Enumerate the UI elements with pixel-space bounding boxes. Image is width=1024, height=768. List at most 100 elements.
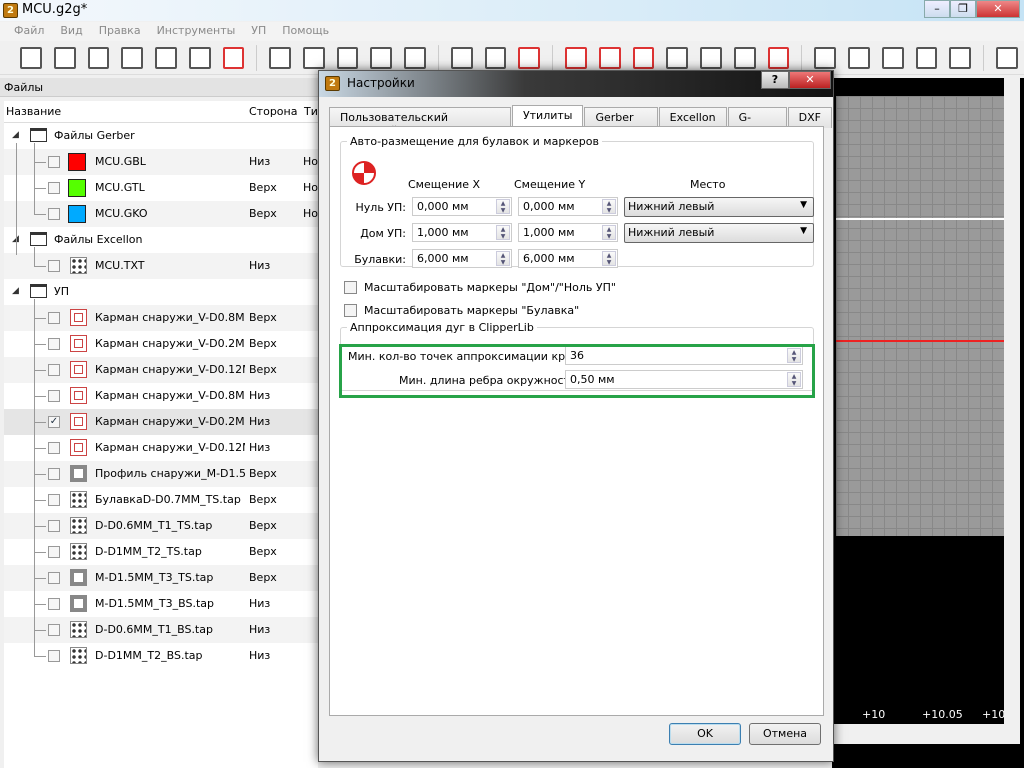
column-side[interactable]: Сторона bbox=[249, 105, 297, 118]
path-icon[interactable] bbox=[666, 46, 689, 69]
place-select[interactable]: Нижний левый ▼ bbox=[624, 197, 814, 217]
place-select[interactable]: Нижний левый ▼ bbox=[624, 223, 814, 243]
item-checkbox[interactable] bbox=[48, 312, 60, 324]
simulate-icon[interactable] bbox=[450, 46, 473, 69]
drill-circle-icon[interactable] bbox=[700, 46, 722, 69]
close-icon[interactable] bbox=[155, 46, 177, 69]
list-item[interactable]: D-D1MM_T2_BS.tap Низ bbox=[4, 643, 318, 669]
ok-button[interactable]: OK bbox=[669, 723, 741, 745]
tile-icon[interactable] bbox=[404, 46, 426, 69]
menu-1[interactable]: Вид bbox=[52, 22, 90, 41]
list-item[interactable]: Карман снаружи_V-D0.12M... Верх bbox=[4, 357, 318, 383]
offset-x-input[interactable]: 1,000 мм ▲ ▼ bbox=[412, 223, 512, 242]
layer-color-swatch[interactable] bbox=[68, 205, 86, 223]
open-icon[interactable] bbox=[53, 46, 76, 69]
new-icon[interactable] bbox=[20, 46, 42, 69]
layer-color-swatch[interactable] bbox=[68, 153, 86, 171]
list-item[interactable]: Профиль снаружи_M-D1.5... Верх bbox=[4, 461, 318, 487]
tab-0[interactable]: Пользовательский интерфейс bbox=[329, 107, 511, 137]
zoom-in-icon[interactable] bbox=[370, 46, 393, 69]
list-item[interactable]: MCU.GTL Верх Но bbox=[4, 175, 318, 201]
tree-group[interactable]: ◢ Файлы Excellon bbox=[4, 227, 318, 253]
export-icon[interactable] bbox=[222, 46, 245, 69]
item-checkbox[interactable] bbox=[48, 442, 60, 454]
minimize-button[interactable]: – bbox=[924, 0, 950, 18]
tree-group[interactable]: ◢ УП bbox=[4, 279, 318, 305]
list-item[interactable]: D-D0.6MM_T1_TS.tap Верх bbox=[4, 513, 318, 539]
spin-arrows-icon[interactable]: ▲ ▼ bbox=[602, 199, 616, 214]
list-item[interactable]: Карман снаружи_V-D0.2MM... Верх bbox=[4, 331, 318, 357]
tab-2[interactable]: Gerber X3 bbox=[584, 107, 658, 137]
text-icon[interactable] bbox=[949, 46, 972, 69]
tab-5[interactable]: DXF bbox=[787, 107, 832, 128]
import-icon[interactable] bbox=[188, 46, 211, 69]
list-item[interactable]: БулавкаD-D0.7MM_TS.tap Верх bbox=[4, 487, 318, 513]
item-checkbox[interactable] bbox=[48, 468, 60, 480]
pocket-icon[interactable] bbox=[565, 46, 587, 69]
expand-arrow-icon[interactable]: ◢ bbox=[12, 286, 19, 296]
pin-icon[interactable] bbox=[518, 46, 541, 69]
menu-5[interactable]: Помощь bbox=[274, 22, 337, 41]
item-checkbox[interactable] bbox=[48, 260, 60, 272]
list-item[interactable]: Карман снаружи_V-D0.8MM... Низ bbox=[4, 383, 318, 409]
dialog-close-button[interactable]: ✕ bbox=[789, 71, 831, 89]
line-icon[interactable] bbox=[881, 46, 904, 69]
drill2-icon[interactable] bbox=[767, 46, 790, 69]
column-name[interactable]: Название bbox=[6, 105, 61, 118]
item-checkbox[interactable] bbox=[48, 208, 60, 220]
item-checkbox[interactable] bbox=[48, 546, 60, 558]
maximize-button[interactable]: ❐ bbox=[950, 0, 976, 18]
item-checkbox[interactable]: ✓ bbox=[48, 416, 60, 428]
offset-x-input[interactable]: 6,000 мм ▲ ▼ bbox=[412, 249, 512, 268]
pocket2-icon[interactable] bbox=[598, 46, 621, 69]
drill-icon[interactable] bbox=[733, 46, 756, 69]
list-item[interactable]: Карман снаружи_V-D0.12M... Низ bbox=[4, 435, 318, 461]
column-type[interactable]: Ти bbox=[304, 105, 318, 118]
offset-x-input[interactable]: 0,000 мм ▲ ▼ bbox=[412, 197, 512, 216]
list-item[interactable]: ✓ Карман снаружи_V-D0.2MM... Низ bbox=[4, 409, 318, 435]
horizontal-scrollbar[interactable] bbox=[832, 724, 1004, 744]
scale-home-checkbox[interactable] bbox=[344, 281, 357, 294]
spin-arrows-icon[interactable]: ▲ ▼ bbox=[496, 199, 510, 214]
list-item[interactable]: M-D1.5MM_T3_TS.tap Верх bbox=[4, 565, 318, 591]
menu-4[interactable]: УП bbox=[243, 22, 274, 41]
item-checkbox[interactable] bbox=[48, 624, 60, 636]
layer-color-swatch[interactable] bbox=[68, 179, 86, 197]
help-button[interactable]: ? bbox=[761, 71, 789, 89]
save-icon[interactable] bbox=[87, 46, 110, 69]
tab-4[interactable]: G-Code bbox=[727, 107, 787, 137]
vertical-scrollbar[interactable] bbox=[1004, 78, 1020, 744]
arc-icon[interactable] bbox=[915, 46, 938, 69]
list-item[interactable]: MCU.GKO Верх Но bbox=[4, 201, 318, 227]
item-checkbox[interactable] bbox=[48, 182, 60, 194]
list-item[interactable]: Карман снаружи_V-D0.8MM... Верх bbox=[4, 305, 318, 331]
tab-3[interactable]: Excellon bbox=[658, 107, 727, 128]
menu-3[interactable]: Инструменты bbox=[149, 22, 244, 41]
tree-group[interactable]: ◢ Файлы Gerber bbox=[4, 123, 318, 149]
expand-arrow-icon[interactable]: ◢ bbox=[12, 130, 19, 140]
circle-icon[interactable] bbox=[814, 46, 837, 69]
item-checkbox[interactable] bbox=[48, 338, 60, 350]
offset-y-input[interactable]: 0,000 мм ▲ ▼ bbox=[518, 197, 618, 216]
save-as-icon[interactable] bbox=[121, 46, 143, 69]
item-checkbox[interactable] bbox=[48, 520, 60, 532]
close-button[interactable]: ✕ bbox=[976, 0, 1020, 18]
list-item[interactable]: D-D1MM_T2_TS.tap Верх bbox=[4, 539, 318, 565]
menu-0[interactable]: Файл bbox=[6, 22, 52, 41]
item-checkbox[interactable] bbox=[48, 572, 60, 584]
zoom-fit-icon[interactable] bbox=[269, 46, 291, 69]
layers-icon[interactable] bbox=[996, 46, 1018, 69]
spin-arrows-icon[interactable]: ▲ ▼ bbox=[602, 251, 616, 266]
item-checkbox[interactable] bbox=[48, 390, 60, 402]
item-checkbox[interactable] bbox=[48, 364, 60, 376]
scale-pin-checkbox[interactable] bbox=[344, 304, 357, 317]
spin-arrows-icon[interactable]: ▲ ▼ bbox=[602, 225, 616, 240]
rect-icon[interactable] bbox=[848, 46, 870, 69]
offset-y-input[interactable]: 6,000 мм ▲ ▼ bbox=[518, 249, 618, 268]
list-item[interactable]: D-D0.6MM_T1_BS.tap Низ bbox=[4, 617, 318, 643]
cancel-button[interactable]: Отмена bbox=[749, 723, 821, 745]
pcb-canvas[interactable]: +10 +10.05 +10. bbox=[832, 78, 1024, 768]
menu-2[interactable]: Правка bbox=[91, 22, 149, 41]
list-item[interactable]: MCU.TXT Низ bbox=[4, 253, 318, 279]
spin-arrows-icon[interactable]: ▲ ▼ bbox=[496, 225, 510, 240]
